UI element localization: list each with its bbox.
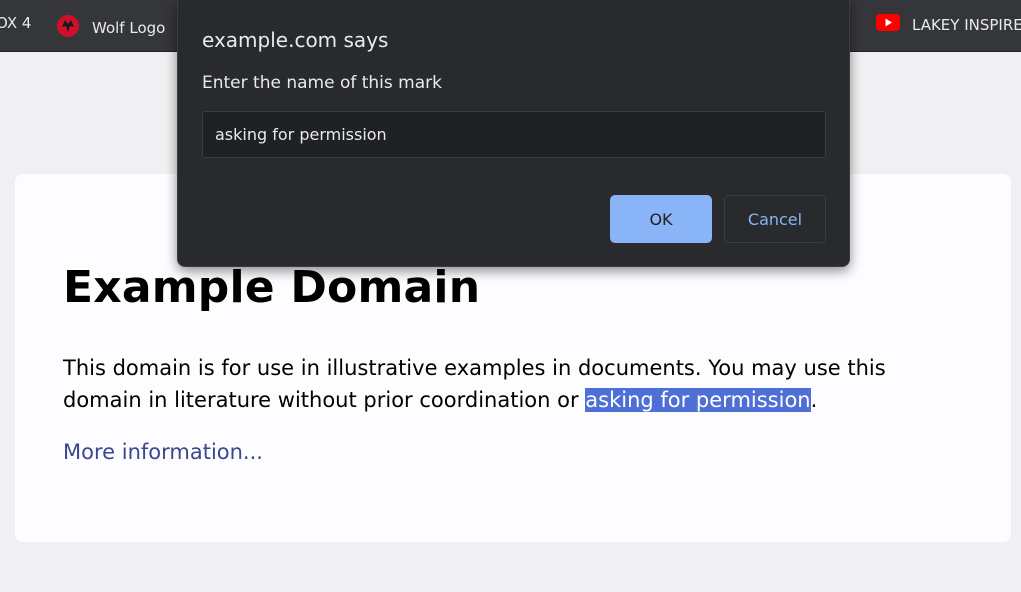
page-title: Example Domain (63, 262, 481, 313)
wolf-logo-icon (56, 14, 80, 42)
bookmark-lakey-inspired[interactable]: LAKEY INSPIRED (876, 14, 1021, 35)
selected-text: asking for permission (585, 388, 811, 412)
paragraph-text-end: . (810, 388, 818, 412)
dialog-title: example.com says (202, 28, 389, 52)
cancel-button[interactable]: Cancel (724, 195, 826, 243)
prompt-dialog: example.com says Enter the name of this … (177, 0, 850, 267)
youtube-icon (876, 14, 900, 35)
bookmark-wolf-logo[interactable]: Wolf Logo (56, 14, 165, 42)
bookmark-label: Wolf Logo (92, 19, 166, 37)
bookmark-item[interactable]: OX 4 (0, 14, 31, 32)
dialog-message: Enter the name of this mark (202, 73, 442, 93)
page-paragraph: This domain is for use in illustrative e… (63, 352, 923, 416)
bookmark-label: OX 4 (0, 14, 32, 32)
ok-button[interactable]: OK (610, 195, 712, 243)
mark-name-input[interactable] (202, 111, 826, 158)
bookmark-label: LAKEY INSPIRED (912, 15, 1021, 34)
more-information-link[interactable]: More information... (63, 440, 263, 464)
